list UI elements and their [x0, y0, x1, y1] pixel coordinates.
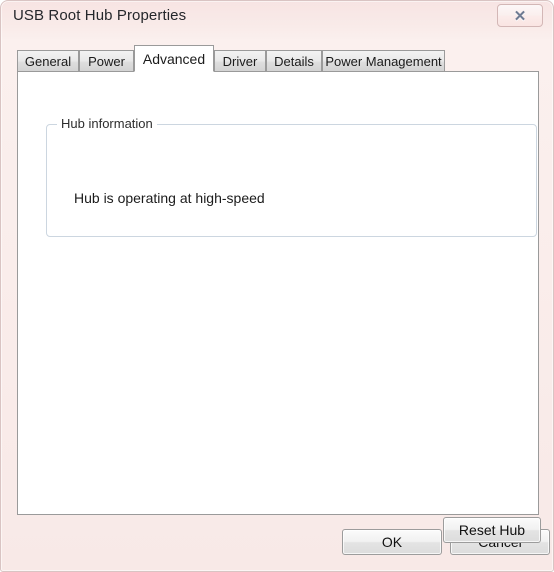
- tab-general[interactable]: General: [17, 50, 79, 72]
- ok-button[interactable]: OK: [342, 529, 442, 555]
- dialog-window: USB Root Hub Properties ✕ Hub informatio…: [0, 0, 554, 572]
- window-title: USB Root Hub Properties: [13, 7, 187, 24]
- reset-hub-button[interactable]: Reset Hub: [443, 517, 541, 543]
- tab-advanced[interactable]: Advanced: [134, 45, 214, 72]
- dialog-client-area: Hub information Hub is operating at high…: [9, 31, 550, 565]
- tab-power[interactable]: Power: [79, 50, 134, 72]
- hub-information-groupbox: Hub information: [46, 116, 537, 237]
- title-bar: USB Root Hub Properties ✕: [1, 1, 554, 31]
- close-button[interactable]: ✕: [497, 4, 543, 27]
- tab-page-advanced: Hub information Hub is operating at high…: [17, 71, 541, 543]
- tab-details[interactable]: Details: [266, 50, 322, 72]
- close-icon: ✕: [513, 7, 527, 25]
- tab-strip: General Power Advanced Driver Details Po…: [17, 45, 539, 72]
- tab-driver[interactable]: Driver: [214, 50, 266, 72]
- hub-information-label: Hub information: [57, 116, 157, 131]
- tab-power-management[interactable]: Power Management: [322, 50, 445, 72]
